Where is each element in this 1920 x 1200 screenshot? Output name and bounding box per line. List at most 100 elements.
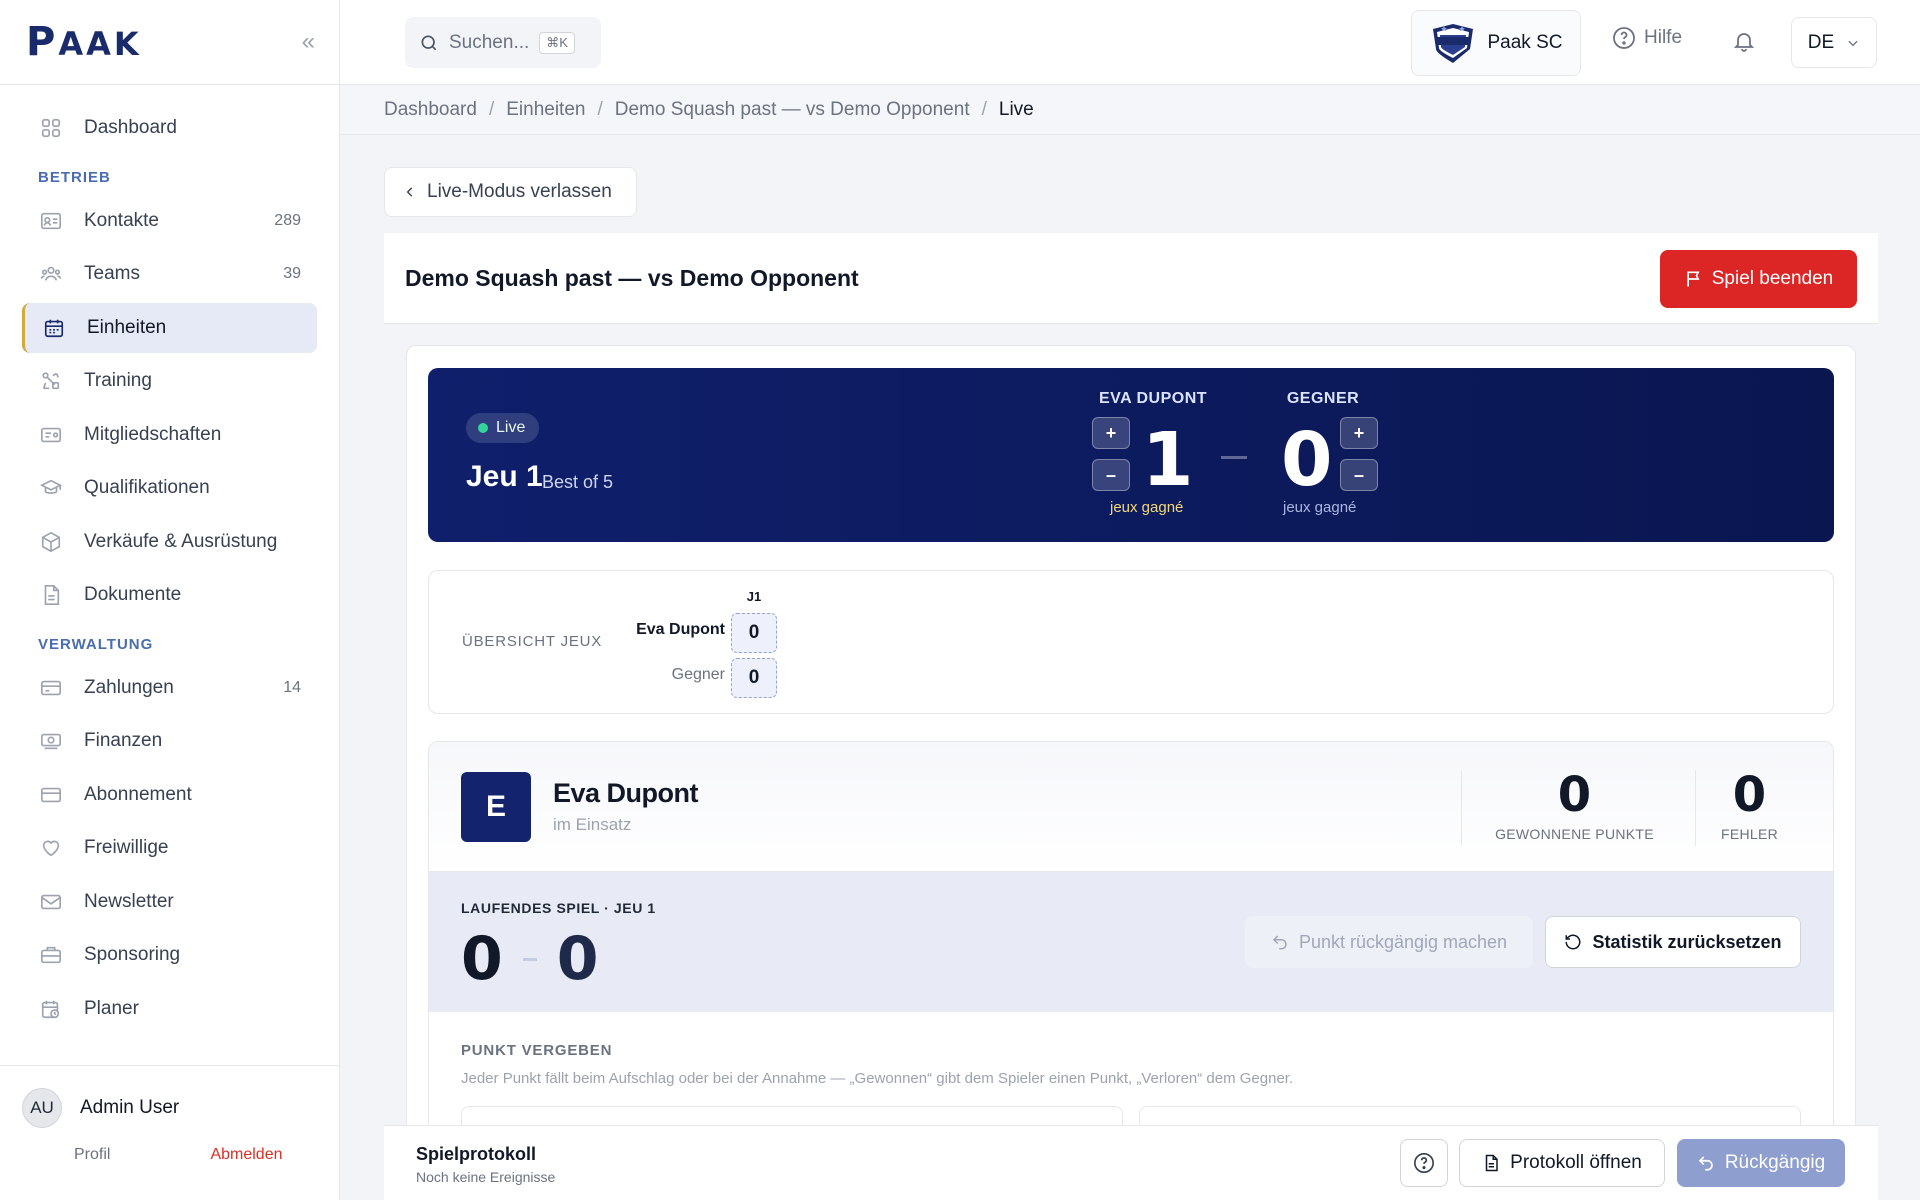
sidebar-item-planer[interactable]: Planer: [22, 984, 317, 1034]
sidebar-item-label: Sponsoring: [84, 944, 181, 965]
user-block: AU Admin User Profil Abmelden: [0, 1065, 340, 1200]
sidebar-item-count: 14: [283, 678, 301, 696]
undo-icon: [1272, 935, 1287, 950]
sidebar-item-label: Teams: [84, 263, 140, 284]
overview-column-j1: J1: [746, 589, 762, 604]
flag-icon: [1687, 271, 1700, 287]
sidebar-item-finanzen[interactable]: Finanzen: [22, 716, 317, 766]
player1-minus-button[interactable]: –: [1092, 459, 1130, 491]
language-select[interactable]: DE: [1791, 17, 1877, 68]
open-protocol-button[interactable]: Protokoll öffnen: [1459, 1139, 1665, 1187]
chevron-left-icon: [406, 187, 413, 197]
logo-rest: AAK: [58, 25, 142, 63]
running-score: 0 0: [461, 924, 599, 994]
player1-score: 1: [1142, 417, 1194, 503]
running-game: LAUFENDES SPIEL · JEU 1 0 0 Punkt rückgä…: [429, 872, 1833, 1012]
breadcrumb-session[interactable]: Demo Squash past — vs Demo Opponent: [615, 99, 970, 121]
sidebar-item-label: Training: [84, 370, 152, 391]
protocol-bar: Spielprotokoll Noch keine Ereignisse Pro…: [384, 1125, 1878, 1200]
page-title: Demo Squash past — vs Demo Opponent: [405, 264, 859, 291]
sidebar-item-teams[interactable]: Teams 39: [22, 249, 317, 299]
breadcrumb-separator: /: [488, 98, 495, 120]
search-icon: [421, 35, 437, 50]
club-switcher[interactable]: Paak SC: [1411, 10, 1581, 76]
sidebar-item-freiwillige[interactable]: Freiwillige: [22, 823, 317, 873]
undo-point-button[interactable]: Punkt rückgängig machen: [1245, 916, 1533, 968]
club-crest-icon: [1432, 24, 1473, 63]
box-icon: [38, 529, 64, 555]
sidebar-item-label: Dashboard: [84, 117, 177, 138]
document-icon: [38, 582, 64, 608]
undo-icon: [1698, 1156, 1713, 1171]
errors-label: FEHLER: [1720, 826, 1779, 842]
sidebar-item-verkaeufe[interactable]: Verkäufe & Ausrüstung: [22, 517, 317, 567]
sidebar-item-newsletter[interactable]: Newsletter: [22, 877, 317, 927]
calendar-icon: [41, 315, 67, 341]
briefcase-icon: [38, 942, 64, 968]
topbar: Suchen... ⌘K Paak SC Hilfe DE: [340, 0, 1920, 85]
club-name: Paak SC: [1487, 32, 1563, 53]
errors-value: 0: [1732, 767, 1767, 823]
sidebar-item-mitgliedschaften[interactable]: Mitgliedschaften: [22, 410, 317, 460]
graduation-cap-icon: [38, 475, 64, 501]
running-game-label: LAUFENDES SPIEL · JEU 1: [461, 900, 656, 916]
users-icon: [38, 261, 64, 287]
sidebar-item-dashboard[interactable]: Dashboard: [22, 103, 317, 153]
undo-point-label: Punkt rückgängig machen: [1298, 931, 1508, 952]
bell-icon[interactable]: [1732, 28, 1756, 59]
score-divider: [1221, 456, 1247, 459]
best-of-label: Best of 5: [542, 472, 614, 492]
help-label: Hilfe: [1644, 27, 1683, 48]
breadcrumb-einheiten[interactable]: Einheiten: [506, 99, 585, 121]
sidebar-item-label: Zahlungen: [84, 676, 174, 698]
player-status: im Einsatz: [553, 815, 632, 834]
reset-stats-button[interactable]: Statistik zurücksetzen: [1545, 916, 1801, 968]
search-placeholder: Suchen...: [449, 31, 530, 53]
player2-minus-button[interactable]: –: [1340, 459, 1378, 491]
overview-cell-player2[interactable]: 0: [731, 658, 777, 698]
logout-link[interactable]: Abmelden: [210, 1146, 282, 1164]
points-won-value: 0: [1557, 767, 1592, 823]
live-label: Live: [496, 419, 526, 436]
sidebar-item-kontakte[interactable]: Kontakte 289: [22, 196, 317, 246]
user-row[interactable]: AU Admin User: [22, 1088, 318, 1128]
live-badge: Live: [466, 413, 540, 443]
session-header: Demo Squash past — vs Demo Opponent Spie…: [384, 233, 1878, 324]
credit-card-icon: [38, 782, 64, 808]
search-input[interactable]: Suchen... ⌘K: [405, 17, 601, 68]
breadcrumb-dashboard[interactable]: Dashboard: [384, 99, 477, 121]
overview-cell-player1[interactable]: 0: [731, 613, 777, 653]
player2-plus-button[interactable]: +: [1340, 417, 1378, 449]
heart-icon: [38, 835, 64, 861]
sidebar-item-dokumente[interactable]: Dokumente: [22, 570, 317, 620]
sidebar-item-label: Finanzen: [84, 730, 163, 751]
sidebar-item-einheiten[interactable]: Einheiten: [22, 302, 317, 353]
collapse-sidebar-icon[interactable]: «: [302, 28, 315, 56]
membership-card-icon: [38, 422, 64, 448]
end-game-button[interactable]: Spiel beenden: [1660, 250, 1857, 308]
help-button[interactable]: Hilfe: [1612, 26, 1682, 50]
help-circle-icon: [1613, 27, 1635, 49]
profile-link[interactable]: Profil: [74, 1146, 110, 1164]
sidebar-item-qualifikationen[interactable]: Qualifikationen: [22, 463, 317, 513]
player2-name: GEGNER: [1286, 390, 1360, 407]
overview-label: ÜBERSICHT JEUX: [462, 633, 603, 650]
protocol-help-button[interactable]: [1400, 1139, 1448, 1187]
leave-live-button[interactable]: Live-Modus verlassen: [384, 167, 637, 217]
undo-button[interactable]: Rückgängig: [1677, 1139, 1845, 1187]
rotate-ccw-icon: [1565, 934, 1581, 950]
logo[interactable]: PAAK: [26, 19, 142, 65]
breadcrumb-separator: /: [981, 98, 987, 120]
running-score-player: 0: [461, 924, 503, 994]
calendar-clock-icon: [38, 996, 64, 1022]
sidebar-item-count: 289: [274, 211, 301, 229]
player1-plus-button[interactable]: +: [1092, 417, 1130, 449]
sidebar-item-training[interactable]: Training: [22, 356, 317, 406]
points-won-label: GEWONNENE PUNKTE: [1495, 826, 1654, 842]
sidebar-item-sponsoring[interactable]: Sponsoring: [22, 930, 317, 980]
sidebar-item-abonnement[interactable]: Abonnement: [22, 770, 317, 820]
reset-stats-label: Statistik zurücksetzen: [1592, 931, 1782, 952]
end-game-label: Spiel beenden: [1711, 268, 1834, 289]
sidebar-item-zahlungen[interactable]: Zahlungen 14: [22, 663, 317, 713]
running-score-opponent: 0: [556, 924, 599, 994]
